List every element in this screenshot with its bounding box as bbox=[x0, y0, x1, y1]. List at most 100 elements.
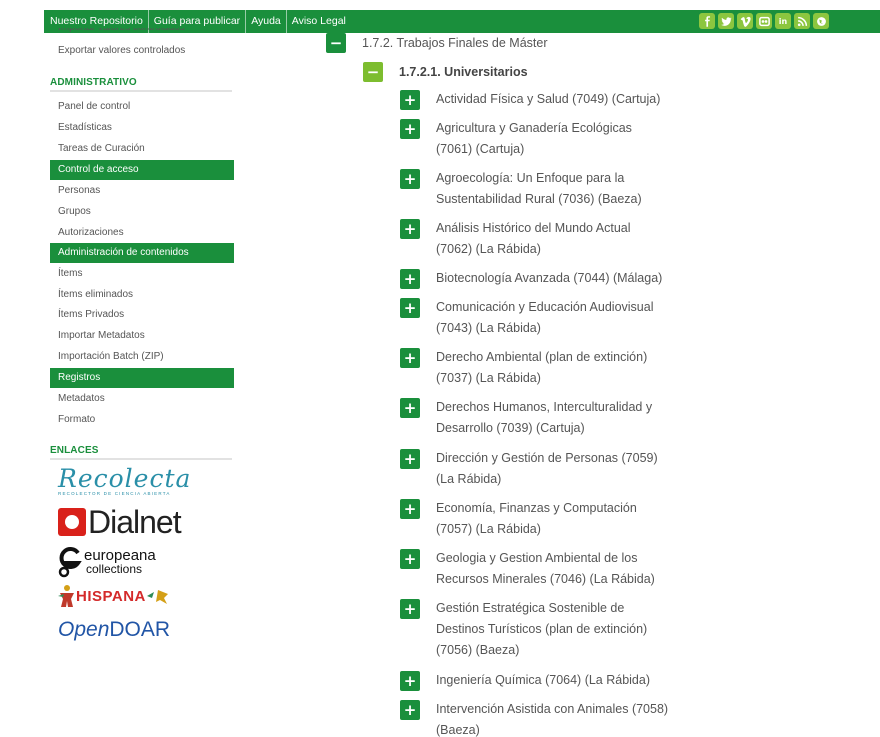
tree-child-item: + Comunicación y Educación Audiovisual (70… bbox=[400, 297, 676, 339]
tree-child-item: + Gestión Estratégica Sostenible de Destin… bbox=[400, 598, 676, 661]
linkedin-icon[interactable]: in bbox=[775, 13, 791, 29]
recolecta-logo[interactable]: Recolecta RECOLECTOR DE CIENCIA ABIERTA bbox=[58, 465, 191, 497]
expand-button[interactable]: + bbox=[400, 348, 420, 368]
dialnet-logo-text: Dialnet bbox=[88, 504, 182, 540]
sidebar-item-grupos[interactable]: Grupos bbox=[50, 202, 234, 222]
expand-button[interactable]: + bbox=[400, 298, 420, 318]
tree-child-label-line: Agroecología: Un Enfoque para la bbox=[436, 171, 625, 185]
tree-child-item: + Derecho Ambiental (plan de extinción) (7… bbox=[400, 347, 676, 389]
expand-button[interactable]: + bbox=[400, 671, 420, 691]
rss-icon[interactable] bbox=[794, 13, 810, 29]
tree-child-label[interactable]: Ingeniería Química (7064) (La Rábida) bbox=[436, 670, 676, 691]
tree-child-label-line: Sustentabilidad Rural (7036) (Baeza) bbox=[436, 192, 642, 206]
tree-child-label-line: Agricultura y Ganadería Ecológicas bbox=[436, 121, 632, 135]
sidebar-item-exportar-valores[interactable]: Exportar valores controlados bbox=[50, 41, 234, 61]
tree-child-label-line: (Baeza) bbox=[436, 723, 480, 737]
opendoar-logo-text: OpenDOAR bbox=[58, 618, 171, 641]
tree-child-label-line: (7043) (La Rábida) bbox=[436, 321, 541, 335]
tree-child-label[interactable]: Actividad Física y Salud (7049) (Cartuja… bbox=[436, 89, 676, 110]
tree-child-label[interactable]: Comunicación y Educación Audiovisual (704… bbox=[436, 297, 676, 339]
tree-child-label-line: (7061) (Cartuja) bbox=[436, 142, 525, 156]
tree-child-label-line: Comunicación y Educación Audiovisual bbox=[436, 300, 654, 314]
sidebar-item-items-privados[interactable]: Ítems Privados bbox=[50, 305, 234, 325]
opendoar-logo[interactable]: OpenDOAR bbox=[58, 618, 170, 642]
tree-child-item: + Agroecología: Un Enfoque para la Sustent… bbox=[400, 168, 676, 210]
tree-child-item: + Derechos Humanos, Interculturalidad y De… bbox=[400, 397, 676, 439]
tree-child-item: + Intervención Asistida con Animales (705… bbox=[400, 699, 676, 737]
flickr-icon[interactable] bbox=[756, 13, 772, 29]
tree-node-label[interactable]: 1.7.2. Trabajos Finales de Máster bbox=[362, 33, 548, 54]
sidebar-item-importar-metadatos[interactable]: Importar Metadatos bbox=[50, 326, 234, 346]
tree-child-label[interactable]: Derecho Ambiental (plan de extinción) (70… bbox=[436, 347, 676, 389]
tree-child-label[interactable]: Dirección y Gestión de Personas (7059) (L… bbox=[436, 448, 676, 490]
expand-button[interactable]: + bbox=[400, 119, 420, 139]
expand-button[interactable]: + bbox=[400, 700, 420, 720]
tree-child-label[interactable]: Análisis Histórico del Mundo Actual (7062… bbox=[436, 218, 676, 260]
tree-child-label-line: Análisis Histórico del Mundo Actual bbox=[436, 221, 631, 235]
sidebar-item-administracion-de-contenidos[interactable]: Administración de contenidos bbox=[50, 243, 234, 263]
tree-node-label[interactable]: 1.7.2.1. Universitarios bbox=[399, 62, 528, 83]
tree-child-label[interactable]: Gestión Estratégica Sostenible de Destino… bbox=[436, 598, 676, 661]
sidebar-item-items[interactable]: Ítems bbox=[50, 264, 234, 284]
tree-child-item: + Análisis Histórico del Mundo Actual (706… bbox=[400, 218, 676, 260]
tree-child-item: + Economía, Finanzas y Computación (7057) … bbox=[400, 498, 676, 540]
tree-child-label-line: Recursos Minerales (7046) (La Rábida) bbox=[436, 572, 655, 586]
tree-child-label-line: Derecho Ambiental (plan de extinción) bbox=[436, 350, 648, 364]
tree-child-label[interactable]: Derechos Humanos, Interculturalidad y Des… bbox=[436, 397, 676, 439]
expand-button[interactable]: + bbox=[400, 90, 420, 110]
tree-child-label-line: Economía, Finanzas y Computación bbox=[436, 501, 637, 515]
vimeo-icon[interactable] bbox=[737, 13, 753, 29]
expand-button[interactable]: + bbox=[400, 599, 420, 619]
expand-button[interactable]: + bbox=[400, 398, 420, 418]
sidebar-item-control-de-acceso[interactable]: Control de acceso bbox=[50, 160, 234, 180]
tree-child-label-line: Intervención Asistida con Animales (7058… bbox=[436, 702, 669, 716]
sidebar-item-personas[interactable]: Personas bbox=[50, 181, 234, 201]
tree-child-label-line: (La Rábida) bbox=[436, 472, 502, 486]
tree-child-item: + Dirección y Gestión de Personas (7059) (… bbox=[400, 448, 676, 490]
europeana-logo[interactable]: europeana collections bbox=[58, 544, 156, 578]
twitter-icon[interactable] bbox=[718, 13, 734, 29]
europeana-mark-icon bbox=[58, 547, 82, 578]
collapse-button[interactable]: − bbox=[326, 33, 346, 53]
sidebar-heading-enlaces: ENLACES bbox=[50, 445, 232, 460]
collapse-button[interactable]: − bbox=[363, 62, 383, 82]
tree-child-item: + Agricultura y Ganadería Ecológicas (7061… bbox=[400, 118, 676, 160]
expand-button[interactable]: + bbox=[400, 449, 420, 469]
sidebar-item-panel-de-control[interactable]: Panel de control bbox=[50, 97, 234, 117]
expand-button[interactable]: + bbox=[400, 269, 420, 289]
tree-child-label[interactable]: Intervención Asistida con Animales (7058… bbox=[436, 699, 676, 737]
expand-button[interactable]: + bbox=[400, 549, 420, 569]
nav-ayuda[interactable]: Ayuda bbox=[246, 10, 287, 33]
expand-button[interactable]: + bbox=[400, 499, 420, 519]
sidebar-item-autorizaciones[interactable]: Autorizaciones bbox=[50, 223, 234, 243]
dialnet-logo[interactable]: Dialnet bbox=[58, 504, 182, 540]
tree-child-label-line: Actividad Física y Salud (7049) (Cartuja… bbox=[436, 92, 661, 106]
sidebar-item-importacion-batch[interactable]: Importación Batch (ZIP) bbox=[50, 347, 234, 367]
tree-child-label[interactable]: Geologia y Gestion Ambiental de los Recur… bbox=[436, 548, 676, 590]
web-icon[interactable] bbox=[813, 13, 829, 29]
sidebar-item-formato[interactable]: Formato bbox=[50, 410, 234, 430]
expand-button[interactable]: + bbox=[400, 219, 420, 239]
tree-child-label-line: Biotecnología Avanzada (7044) (Málaga) bbox=[436, 271, 663, 285]
facebook-icon[interactable] bbox=[699, 13, 715, 29]
tree-child-label[interactable]: Biotecnología Avanzada (7044) (Málaga) bbox=[436, 268, 676, 289]
tree-child-label-line: (7057) (La Rábida) bbox=[436, 522, 541, 536]
hispana-figure-icon bbox=[58, 585, 74, 607]
tree-child-label[interactable]: Agricultura y Ganadería Ecológicas (7061)… bbox=[436, 118, 676, 160]
tree-child-label-line: Gestión Estratégica Sostenible de bbox=[436, 601, 625, 615]
tree-child-label-line: Destinos Turísticos (plan de extinción) bbox=[436, 622, 648, 636]
tree-child-label[interactable]: Economía, Finanzas y Computación (7057) (… bbox=[436, 498, 676, 540]
hispana-logo[interactable]: HISPANA bbox=[58, 584, 172, 608]
hispana-logo-text: HISPANA bbox=[76, 587, 146, 605]
expand-button[interactable]: + bbox=[400, 169, 420, 189]
tree-child-label-line: Geologia y Gestion Ambiental de los bbox=[436, 551, 638, 565]
sidebar-item-registros[interactable]: Registros bbox=[50, 368, 234, 388]
sidebar-item-tareas-de-curacion[interactable]: Tareas de Curación bbox=[50, 139, 234, 159]
sidebar-item-items-eliminados[interactable]: Ítems eliminados bbox=[50, 285, 234, 305]
tree-child-label-line: (7056) (Baeza) bbox=[436, 643, 520, 657]
tree-child-label-line: (7037) (La Rábida) bbox=[436, 371, 541, 385]
tree-child-label[interactable]: Agroecología: Un Enfoque para la Sustenta… bbox=[436, 168, 676, 210]
sidebar-item-metadatos[interactable]: Metadatos bbox=[50, 389, 234, 409]
sidebar-item-estadisticas[interactable]: Estadísticas bbox=[50, 118, 234, 138]
nav-aviso-legal[interactable]: Aviso Legal bbox=[287, 10, 351, 33]
